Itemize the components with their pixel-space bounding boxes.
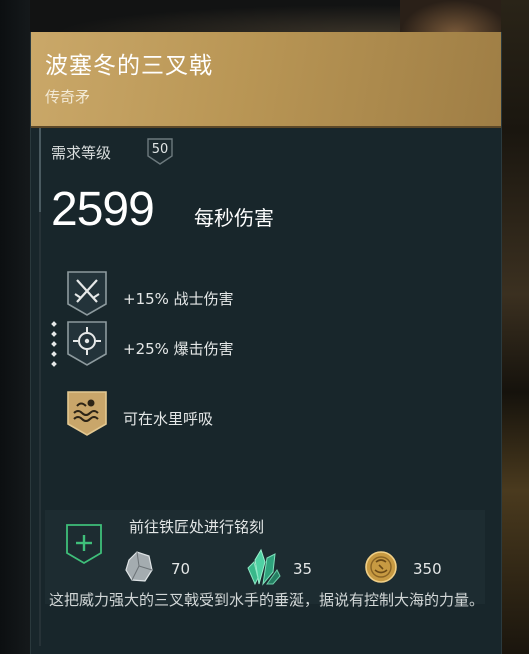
perk-icon-warrior	[65, 268, 109, 318]
material-amount: 35	[293, 560, 313, 578]
engrave-add-button[interactable]	[65, 522, 103, 566]
crosshair-icon	[67, 321, 107, 366]
material-crystal: 35	[245, 548, 335, 588]
item-name: 波塞冬的三叉戟	[45, 53, 213, 79]
item-rarity: 传奇矛	[45, 88, 91, 106]
material-iron: 70	[123, 548, 213, 588]
level-badge: 50	[146, 136, 174, 166]
crystal-icon	[247, 548, 281, 586]
item-header: 波塞冬的三叉戟 传奇矛	[31, 32, 501, 128]
item-tooltip-card: 波塞冬的三叉戟 传奇矛 需求等级 50 2599 每秒伤害 +15% 战士伤害	[30, 32, 502, 654]
perk-icon-water	[65, 388, 109, 438]
plus-shield-icon	[66, 524, 102, 565]
perk-text: +15% 战士伤害	[123, 290, 234, 308]
item-description: 这把威力强大的三叉戟受到水手的垂涎，据说有控制大海的力量。	[49, 591, 485, 609]
material-drachmae: 350	[363, 548, 473, 588]
background-character	[400, 0, 510, 34]
level-requirement-label: 需求等级	[51, 144, 112, 162]
water-breathing-icon	[67, 391, 107, 436]
level-value: 50	[151, 142, 169, 157]
perk-text: +25% 爆击伤害	[123, 340, 234, 358]
tier-diamonds-icon	[51, 321, 57, 367]
tier-dots-icon	[49, 318, 59, 368]
perk-text: 可在水里呼吸	[123, 410, 214, 428]
dps-label: 每秒伤害	[194, 206, 274, 230]
material-amount: 70	[171, 560, 191, 578]
iron-ore-icon	[125, 551, 153, 582]
engrave-label: 前往铁匠处进行铭刻	[129, 518, 265, 536]
perk-icon-critical	[65, 318, 109, 368]
background-right-ornament	[501, 0, 529, 654]
material-amount: 350	[413, 560, 442, 578]
crossed-swords-icon	[67, 271, 107, 316]
background-left	[0, 0, 30, 654]
dps-value: 2599	[51, 183, 155, 236]
drachmae-coin-icon	[365, 551, 397, 583]
